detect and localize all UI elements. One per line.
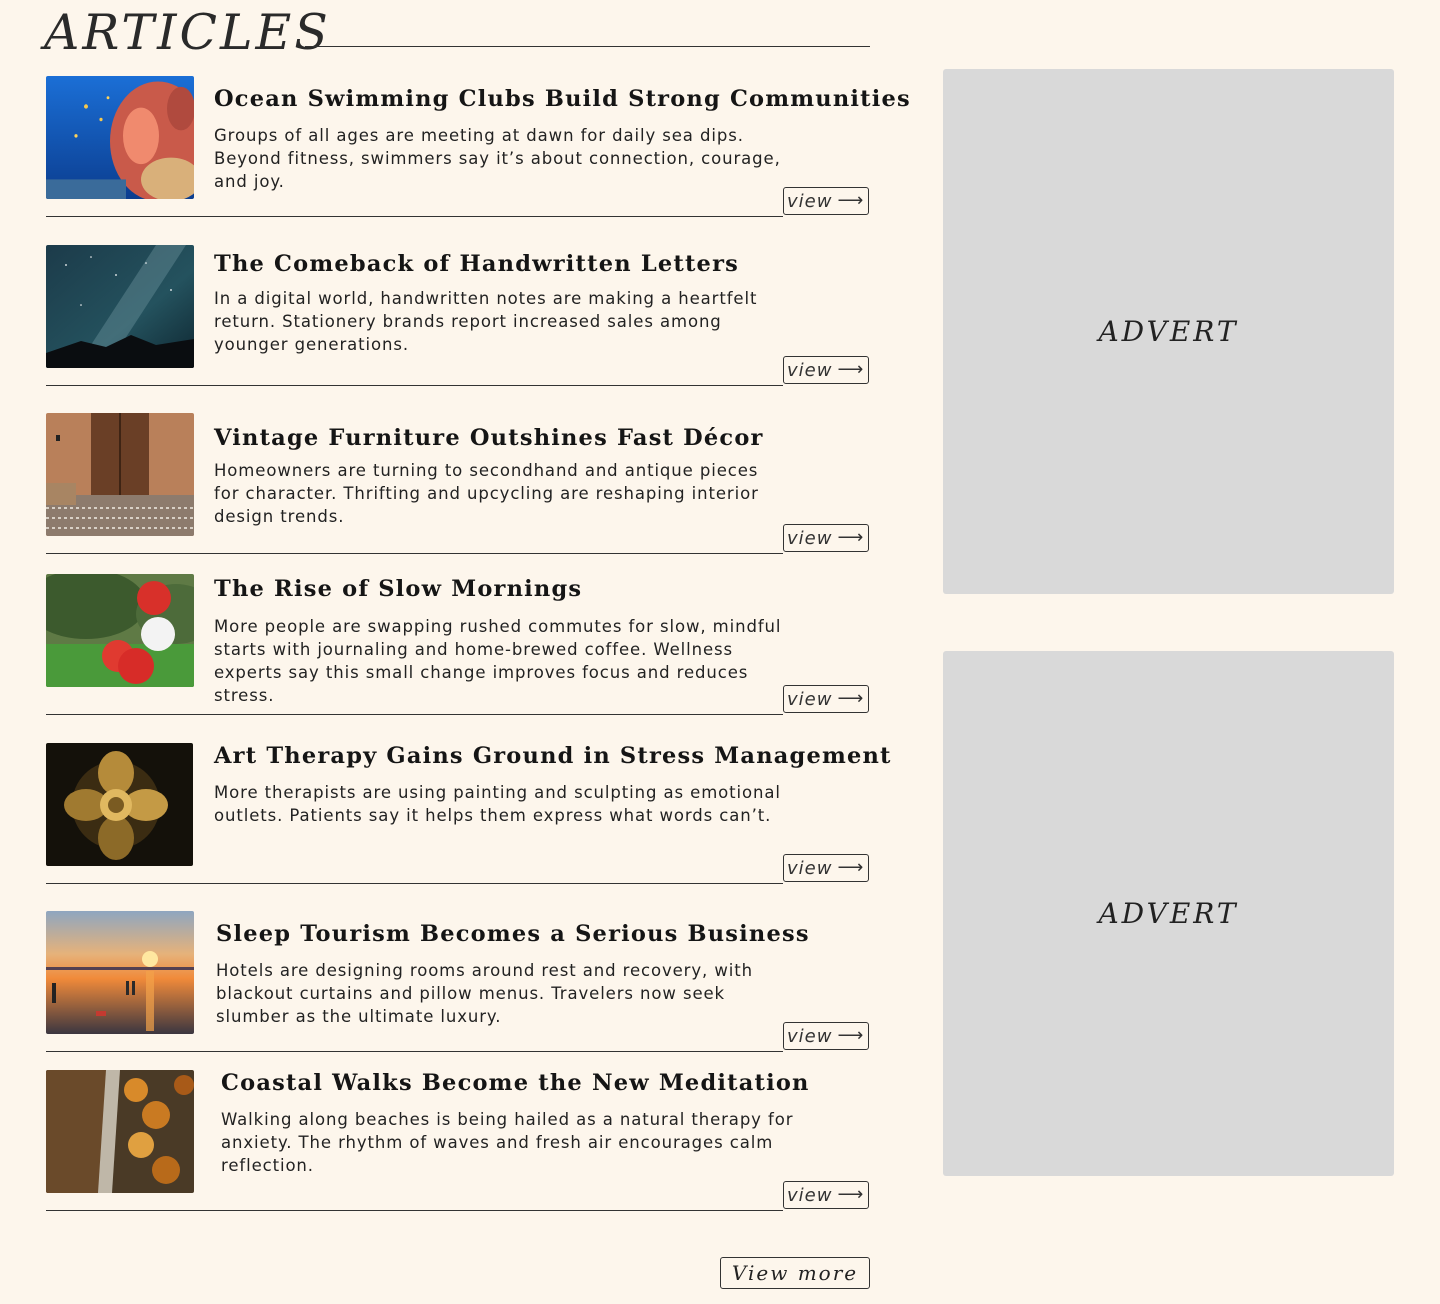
article-divider (46, 1210, 783, 1211)
view-article-button[interactable]: view ⟶ (783, 1181, 869, 1209)
view-button-label: view (787, 1025, 833, 1047)
advert-label: ADVERT (1098, 315, 1239, 348)
article-title[interactable]: Coastal Walks Become the New Meditation (221, 1068, 810, 1098)
article-title[interactable]: Vintage Furniture Outshines Fast Décor (214, 423, 764, 453)
title-divider (305, 46, 870, 47)
view-button-label: view (787, 857, 833, 879)
arrow-right-icon: ⟶ (837, 527, 864, 548)
article-summary: Groups of all ages are meeting at dawn f… (214, 126, 781, 191)
article-card: Ocean Swimming Clubs Build Strong Commun… (46, 76, 910, 226)
article-image-night-sky[interactable] (46, 245, 194, 368)
article-title[interactable]: Ocean Swimming Clubs Build Strong Commun… (214, 84, 911, 114)
article-image-coral-reef[interactable] (46, 76, 194, 199)
article-summary: Walking along beaches is being hailed as… (221, 1110, 794, 1175)
article-card: Sleep Tourism Becomes a Serious Business… (46, 911, 871, 1061)
article-title[interactable]: Art Therapy Gains Ground in Stress Manag… (214, 741, 892, 771)
article-image-gold-flower[interactable] (46, 743, 193, 866)
arrow-right-icon: ⟶ (837, 857, 864, 878)
article-divider (46, 883, 783, 884)
article-summary: In a digital world, handwritten notes ar… (214, 289, 758, 354)
article-card: The Comeback of Handwritten Letters In a… (46, 245, 871, 395)
view-button-label: view (787, 190, 833, 212)
section-title: ARTICLES (44, 4, 331, 61)
article-divider (46, 714, 783, 715)
article-title[interactable]: Sleep Tourism Becomes a Serious Business (216, 919, 810, 949)
arrow-right-icon: ⟶ (837, 190, 864, 211)
article-image-sunset-beach[interactable] (46, 911, 194, 1034)
advert-slot[interactable]: ADVERT (943, 651, 1394, 1176)
advert-label: ADVERT (1098, 897, 1239, 930)
articles-page: ARTICLES Ocean Swimming Clubs Build Stro… (0, 0, 1440, 1304)
arrow-right-icon: ⟶ (837, 1184, 864, 1205)
view-button-label: view (787, 527, 833, 549)
article-divider (46, 553, 783, 554)
article-summary: Homeowners are turning to secondhand and… (214, 461, 759, 526)
article-summary: Hotels are designing rooms around rest a… (216, 961, 753, 1026)
view-article-button[interactable]: view ⟶ (783, 524, 869, 552)
article-divider (46, 385, 783, 386)
article-image-balloons[interactable] (46, 574, 194, 687)
view-more-button[interactable]: View more (720, 1257, 870, 1289)
view-article-button[interactable]: view ⟶ (783, 685, 869, 713)
article-image-wooden-door[interactable] (46, 413, 194, 536)
view-button-label: view (787, 359, 833, 381)
article-card: Vintage Furniture Outshines Fast Décor H… (46, 413, 871, 563)
article-card: Art Therapy Gains Ground in Stress Manag… (46, 743, 890, 893)
view-button-label: view (787, 688, 833, 710)
article-summary: More people are swapping rushed commutes… (214, 617, 782, 705)
view-article-button[interactable]: view ⟶ (783, 187, 869, 215)
view-article-button[interactable]: view ⟶ (783, 1022, 869, 1050)
article-divider (46, 1051, 783, 1052)
arrow-right-icon: ⟶ (837, 688, 864, 709)
article-card: The Rise of Slow Mornings More people ar… (46, 574, 871, 724)
arrow-right-icon: ⟶ (837, 359, 864, 380)
article-title[interactable]: The Rise of Slow Mornings (214, 574, 582, 604)
article-card: Coastal Walks Become the New Meditation … (46, 1070, 871, 1220)
view-article-button[interactable]: view ⟶ (783, 854, 869, 882)
advert-slot[interactable]: ADVERT (943, 69, 1394, 594)
article-divider (46, 216, 783, 217)
view-button-label: view (787, 1184, 833, 1206)
arrow-right-icon: ⟶ (837, 1025, 864, 1046)
article-image-autumn-path[interactable] (46, 1070, 194, 1193)
view-article-button[interactable]: view ⟶ (783, 356, 869, 384)
article-summary: More therapists are using painting and s… (214, 783, 781, 825)
article-title[interactable]: The Comeback of Handwritten Letters (214, 249, 739, 279)
